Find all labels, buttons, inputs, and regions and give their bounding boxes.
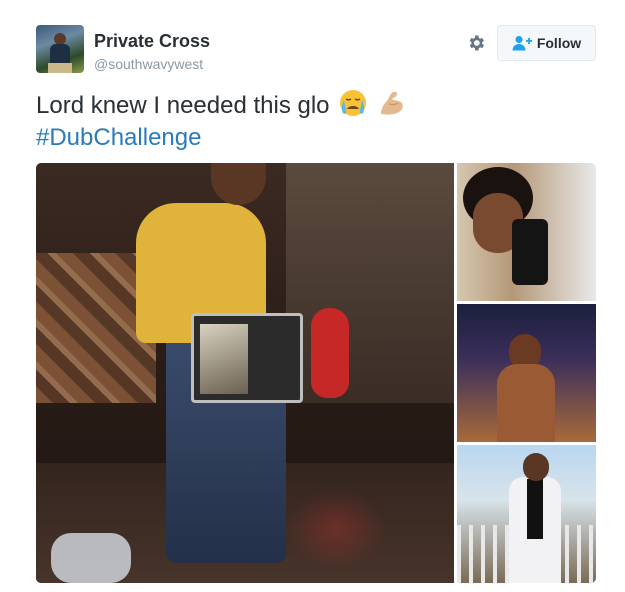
follow-button[interactable]: Follow	[497, 25, 596, 61]
tweet-body: Lord knew I needed this glo	[36, 92, 330, 119]
photo-selfie-1[interactable]	[457, 163, 596, 301]
photo-vase	[311, 308, 349, 398]
screen-name[interactable]: @southwavywest	[94, 56, 203, 72]
photo-selfie-2[interactable]	[457, 304, 596, 442]
flexed-biceps-icon	[380, 91, 403, 115]
selfie-3-head	[523, 453, 549, 481]
photo-selfie-3[interactable]	[457, 445, 596, 583]
tweet-line-1: Lord knew I needed this glo	[36, 88, 596, 122]
add-user-icon	[512, 36, 532, 51]
media-grid	[36, 163, 596, 583]
user-avatar[interactable]	[36, 25, 84, 73]
crying-face-icon	[340, 90, 367, 116]
lunchbox-art	[200, 324, 248, 394]
photo-main[interactable]	[36, 163, 454, 583]
selfie-3-shirt	[527, 479, 543, 539]
avatar-figure-legs	[48, 63, 72, 73]
selfie-1-phone	[512, 219, 548, 285]
tweet-text: Lord knew I needed this glo #DubChalleng…	[36, 88, 596, 154]
display-name[interactable]: Private Cross	[94, 31, 210, 52]
follow-label: Follow	[536, 35, 582, 51]
tweet-header: Private Cross @southwavywest Follow	[36, 25, 596, 75]
photo-lunchbox	[191, 313, 303, 403]
hashtag-link[interactable]: #DubChallenge	[36, 122, 596, 154]
gear-icon[interactable]	[466, 33, 486, 53]
photo-head	[211, 163, 266, 205]
selfie-2-torso	[497, 364, 555, 442]
photo-bottle	[51, 533, 131, 583]
